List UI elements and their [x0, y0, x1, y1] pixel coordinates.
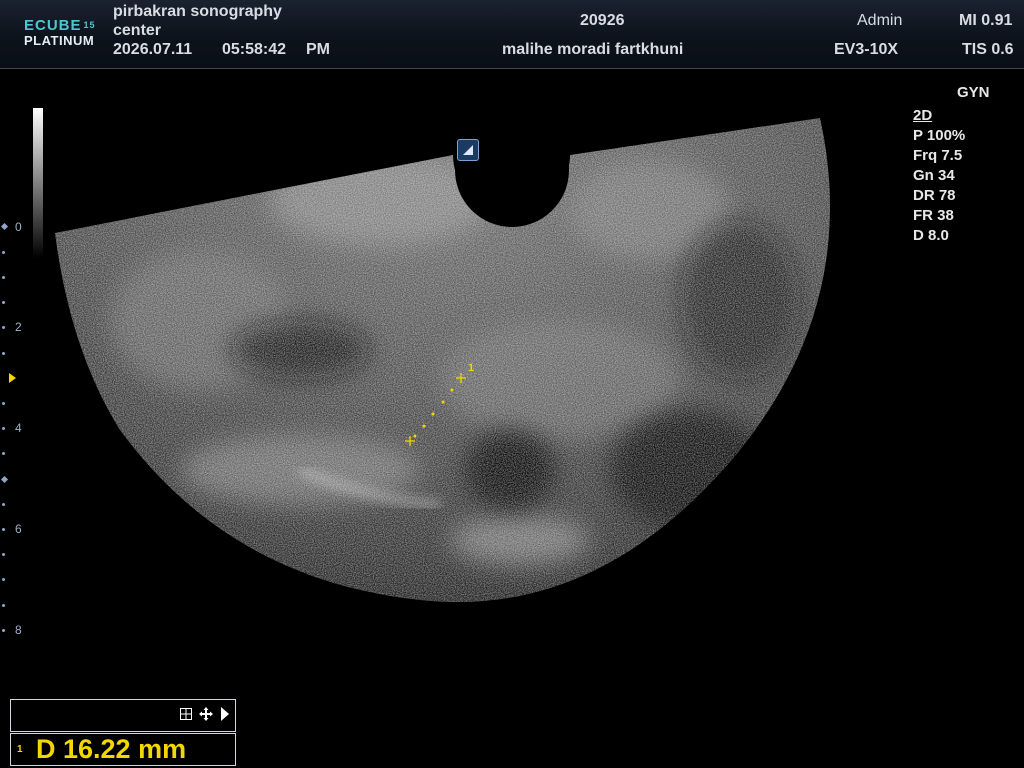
logo-badge: 15	[83, 20, 96, 30]
depth-label-8: 8	[15, 623, 22, 637]
gain-param: Gn 34	[913, 167, 955, 184]
depth-tick	[2, 604, 5, 607]
depth-tick	[2, 503, 5, 506]
depth-tick	[2, 301, 5, 304]
depth-tick	[2, 553, 5, 556]
distance-value: D 16.22 mm	[36, 734, 187, 764]
ultrasound-image[interactable]	[0, 69, 1024, 689]
exam-date: 2026.07.11	[113, 41, 193, 58]
depth-tick	[2, 629, 5, 632]
depth-tick	[2, 352, 5, 355]
patient-id[interactable]: 20926	[580, 12, 625, 30]
exam-ampm: PM	[306, 41, 330, 58]
grid-icon[interactable]	[180, 707, 192, 723]
depth-tick	[2, 276, 5, 279]
frame-rate-param: FR 38	[913, 207, 954, 224]
measurement-toolbar	[10, 699, 236, 732]
focus-marker-icon[interactable]	[9, 373, 16, 383]
logo-text: ECUBE	[24, 17, 82, 34]
depth-tick	[2, 578, 5, 581]
depth-param: D 8.0	[913, 227, 949, 244]
measurement-index: 1	[17, 744, 23, 755]
depth-tick	[2, 528, 5, 531]
depth-label-6: 6	[15, 522, 22, 536]
facility-name-line2: center	[113, 22, 162, 39]
exam-time: 05:58:42	[222, 41, 287, 58]
depth-tick	[2, 402, 5, 405]
orientation-marker-icon	[457, 139, 479, 161]
measurement-result: 1 D 16.22 mm	[10, 733, 236, 766]
depth-label-0: 0	[15, 220, 22, 234]
depth-label-4: 4	[15, 421, 22, 435]
mi-index: MI 0.91	[959, 12, 1013, 29]
scan-sector	[55, 118, 830, 603]
depth-tick	[2, 427, 5, 430]
patient-name[interactable]: malihe moradi fartkhuni	[502, 41, 683, 59]
grayscale-bar	[33, 108, 43, 258]
logo-subtitle: PLATINUM	[24, 33, 95, 48]
depth-tick	[2, 452, 5, 455]
depth-label-2: 2	[15, 320, 22, 334]
ecube-logo: ECUBE 15 PLATINUM	[24, 18, 96, 48]
probe-footprint	[455, 113, 569, 227]
operator-name: Admin	[857, 12, 903, 29]
play-arrow-icon[interactable]	[220, 707, 230, 724]
probe-name[interactable]: EV3-10X	[834, 41, 898, 59]
preset-label[interactable]: GYN	[957, 84, 990, 101]
tis-index: TIS 0.6	[962, 41, 1014, 58]
power-param: P 100%	[913, 127, 966, 144]
move-icon[interactable]	[199, 707, 213, 724]
frequency-param: Frq 7.5	[913, 147, 963, 164]
depth-tick	[2, 326, 5, 329]
header-bar: ECUBE 15 PLATINUM pirbakran sonography ce…	[0, 0, 1024, 69]
caliper-index: 1	[468, 362, 475, 374]
dynamic-range-param: DR 78	[913, 187, 956, 204]
facility-name: pirbakran sonography	[113, 3, 282, 20]
imaging-mode[interactable]: 2D	[913, 107, 932, 124]
depth-tick	[2, 251, 5, 254]
